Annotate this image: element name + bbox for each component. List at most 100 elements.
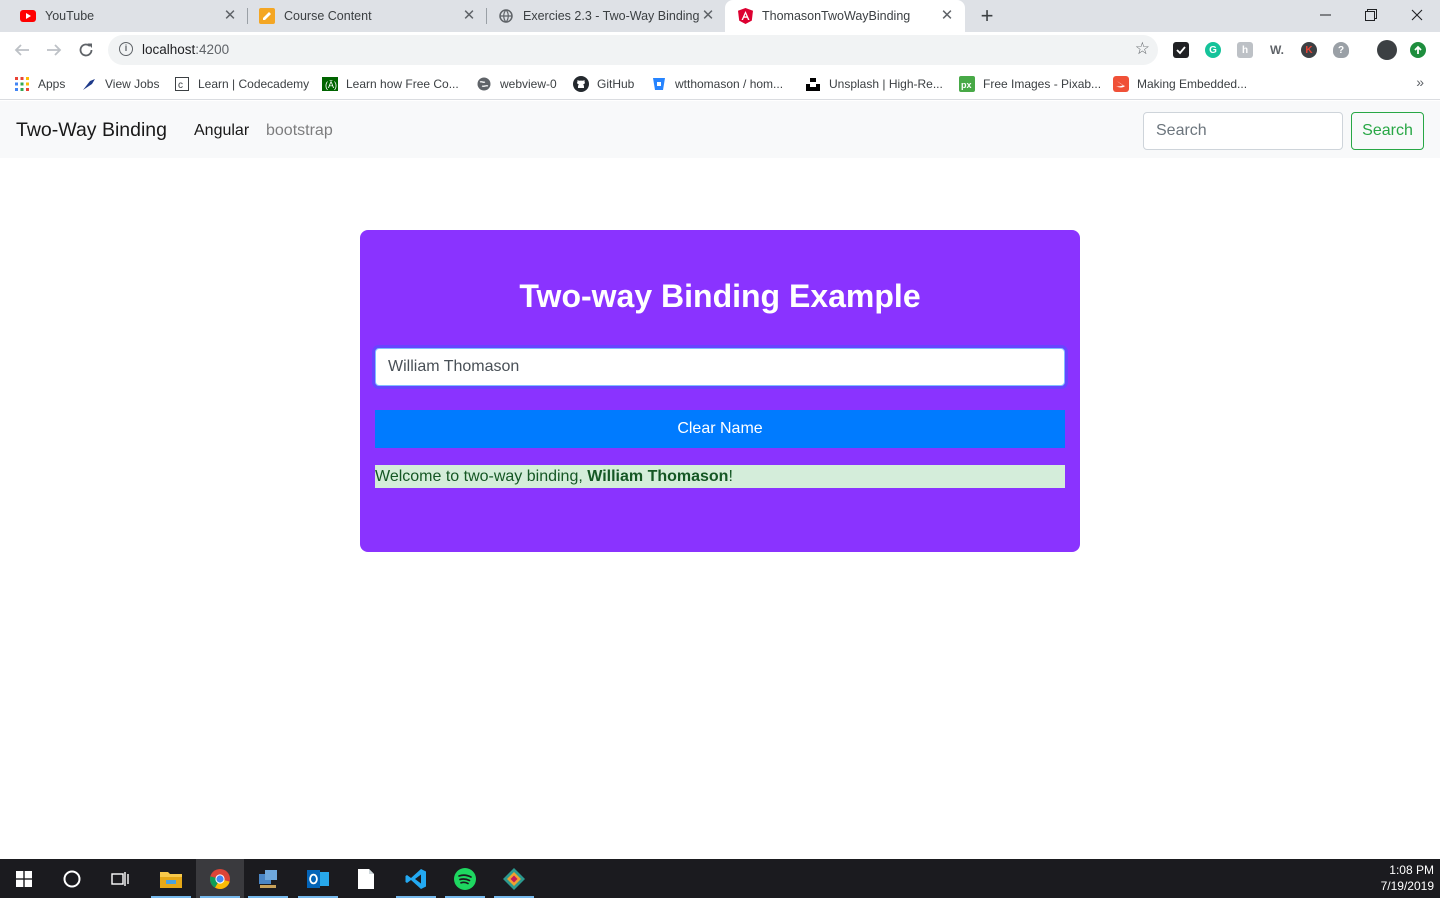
bookmark-unsplash[interactable]: Unsplash | High-Re... <box>805 75 943 93</box>
bookmark-codecademy[interactable]: c Learn | Codecademy <box>174 75 309 93</box>
new-tab-button[interactable]: + <box>976 5 998 27</box>
cortana-search-icon[interactable] <box>48 859 96 898</box>
tab-title: Course Content <box>284 9 372 23</box>
network-tool-icon[interactable] <box>244 859 292 898</box>
svg-text:px: px <box>961 80 972 90</box>
spotify-icon[interactable] <box>441 859 489 898</box>
welcome-name: William Thomason <box>587 468 729 485</box>
tab-thomason-two-way-binding[interactable]: ThomasonTwoWayBinding ✕ <box>725 0 965 32</box>
url-text: localhost:4200 <box>142 42 229 57</box>
notepad-icon[interactable] <box>342 859 390 898</box>
page-navbar: Two-Way Binding Angular bootstrap Search <box>0 101 1440 158</box>
tab-exercise[interactable]: Exercies 2.3 - Two-Way Binding.p ✕ <box>478 0 726 32</box>
clock-date: 7/19/2019 <box>1380 879 1434 893</box>
profile-avatar[interactable] <box>1377 40 1397 60</box>
bookmark-pixabay[interactable]: px Free Images - Pixab... <box>959 75 1101 93</box>
bookmark-label: wtthomason / hom... <box>675 77 784 91</box>
bookmark-label: Apps <box>38 77 66 91</box>
swift-icon <box>1113 76 1129 92</box>
bookmark-webview[interactable]: webview-0 <box>476 75 557 93</box>
vscode-icon[interactable] <box>392 859 440 898</box>
gitkraken-icon[interactable] <box>490 859 538 898</box>
welcome-prefix: Welcome to two-way binding, <box>375 468 588 485</box>
extension-checklist-icon[interactable] <box>1173 42 1189 58</box>
bookmark-bitbucket[interactable]: wtthomason / hom... <box>651 75 783 93</box>
nav-link-angular[interactable]: Angular <box>194 122 249 140</box>
windows-start-icon[interactable] <box>0 859 48 898</box>
tab-youtube[interactable]: YouTube ✕ <box>0 0 248 32</box>
url-port: :4200 <box>195 42 230 57</box>
binding-example-card: Two-way Binding Example Clear Name Welco… <box>360 230 1080 552</box>
close-tab-icon[interactable]: ✕ <box>461 8 477 24</box>
tab-title: Exercies 2.3 - Two-Way Binding.p <box>523 9 700 23</box>
browser-toolbar: i localhost:4200 ☆ G h W. K ? <box>0 32 1440 68</box>
svg-text:(Ă): (Ă) <box>325 80 337 90</box>
freecodecamp-icon: (Ă) <box>322 76 338 92</box>
bookmark-label: webview-0 <box>500 77 557 91</box>
tab-course-content[interactable]: Course Content ✕ <box>239 0 487 32</box>
bookmark-swift[interactable]: Making Embedded... <box>1113 75 1247 93</box>
bookmark-label: Making Embedded... <box>1137 77 1248 91</box>
page-title: Two-way Binding Example <box>519 278 921 314</box>
bookmark-freecodecamp[interactable]: (Ă) Learn how Free Co... <box>322 75 459 93</box>
angular-icon <box>737 8 753 24</box>
name-input[interactable] <box>375 348 1065 386</box>
back-button[interactable] <box>10 38 34 62</box>
bookmark-label: View Jobs <box>105 77 160 91</box>
bitbucket-icon <box>651 76 667 92</box>
navbar-search-button[interactable]: Search <box>1351 112 1424 150</box>
site-info-icon[interactable]: i <box>119 42 133 56</box>
bookmark-label: GitHub <box>597 77 635 91</box>
indeed-icon <box>81 76 97 92</box>
welcome-suffix: ! <box>728 468 733 485</box>
navbar-search-input[interactable] <box>1143 112 1343 150</box>
github-icon <box>573 76 589 92</box>
clock-time: 1:08 PM <box>1389 863 1434 877</box>
globe-icon <box>498 8 514 24</box>
minimize-window-button[interactable] <box>1302 0 1348 30</box>
tab-title: ThomasonTwoWayBinding <box>762 9 911 23</box>
pixabay-icon: px <box>959 76 975 92</box>
chrome-taskbar-icon[interactable] <box>196 859 244 898</box>
extension-shield-icon[interactable]: ? <box>1333 42 1349 58</box>
bookmark-star-icon[interactable]: ☆ <box>1135 39 1150 59</box>
bookmark-label: Free Images - Pixab... <box>983 77 1102 91</box>
extension-k-icon[interactable]: K <box>1301 42 1317 58</box>
clear-name-button[interactable]: Clear Name <box>375 410 1065 448</box>
forward-button[interactable] <box>42 38 66 62</box>
close-tab-icon[interactable]: ✕ <box>700 8 716 24</box>
browser-tab-strip: YouTube ✕ Course Content ✕ Exercies 2.3 … <box>0 0 1440 32</box>
tab-title: YouTube <box>45 9 95 23</box>
pencil-icon <box>259 8 275 24</box>
bookmarks-bar: Apps View Jobs c Learn | Codecademy (Ă) … <box>0 68 1440 100</box>
restore-window-button[interactable] <box>1348 0 1394 30</box>
close-window-button[interactable] <box>1394 0 1440 30</box>
extension-puzzle-icon[interactable]: h <box>1237 42 1253 58</box>
unsplash-icon <box>805 76 821 92</box>
update-arrow-icon[interactable] <box>1410 42 1426 58</box>
grammarly-icon[interactable]: G <box>1205 42 1221 58</box>
more-bookmarks-chevron-icon[interactable]: » <box>1416 74 1424 90</box>
bookmark-github[interactable]: GitHub <box>573 75 634 93</box>
bookmark-apps[interactable]: Apps <box>14 75 65 93</box>
codecademy-icon: c <box>174 76 190 92</box>
apps-grid-icon <box>14 76 30 92</box>
reload-button[interactable] <box>74 38 98 62</box>
file-explorer-icon[interactable] <box>147 859 195 898</box>
youtube-icon <box>20 8 36 24</box>
url-host: localhost <box>142 42 196 57</box>
navbar-brand[interactable]: Two-Way Binding <box>16 119 167 142</box>
system-clock[interactable]: 1:08 PM 7/19/2019 <box>1381 862 1434 894</box>
welcome-message: Welcome to two-way binding, William Thom… <box>375 465 1065 488</box>
task-view-icon[interactable] <box>96 859 144 898</box>
bookmark-label: Unsplash | High-Re... <box>829 77 943 91</box>
close-tab-icon[interactable]: ✕ <box>222 8 238 24</box>
address-bar[interactable]: i localhost:4200 ☆ <box>108 35 1158 65</box>
bookmark-view-jobs[interactable]: View Jobs <box>81 75 159 93</box>
windows-taskbar: 1:08 PM 7/19/2019 <box>0 859 1440 898</box>
bookmark-label: Learn how Free Co... <box>346 77 459 91</box>
nav-link-bootstrap[interactable]: bootstrap <box>266 122 333 140</box>
close-tab-icon[interactable]: ✕ <box>939 8 955 24</box>
wappalyzer-icon[interactable]: W. <box>1269 42 1285 58</box>
outlook-icon[interactable] <box>294 859 342 898</box>
